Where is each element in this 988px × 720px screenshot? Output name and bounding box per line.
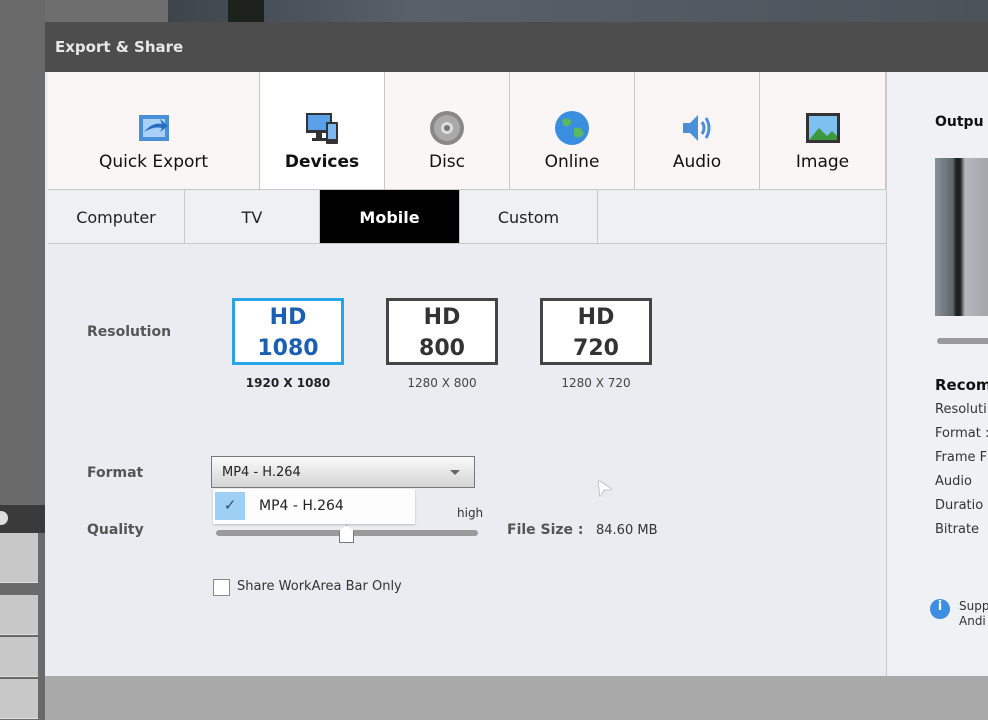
- resolution-caption: 1920 X 1080: [245, 376, 331, 390]
- tab-online[interactable]: Online: [510, 72, 635, 189]
- dialog-title: Export & Share: [45, 22, 988, 72]
- resolution-value: 1080: [257, 336, 319, 361]
- share-workarea-label[interactable]: Share WorkArea Bar Only: [237, 579, 402, 594]
- export-share-dialog: Export & Share Quick Export Devices Disc…: [45, 22, 988, 720]
- resolution-option-720[interactable]: HD 720: [540, 298, 652, 365]
- info-bitrate: Bitrate: [935, 522, 980, 537]
- resolution-value: 720: [573, 336, 619, 361]
- resolution-option-1080[interactable]: HD 1080: [232, 298, 344, 365]
- subtab-custom[interactable]: Custom: [460, 189, 598, 244]
- chevron-down-icon: [450, 470, 460, 475]
- resolution-value: 800: [419, 336, 465, 361]
- info-frame-rate: Frame F: [935, 450, 988, 465]
- recommended-title: Recom: [935, 376, 988, 394]
- output-preview-thumbnail: [935, 158, 988, 316]
- format-dropdown-menu: ✓ MP4 - H.264: [213, 489, 415, 524]
- support-line: Andi: [959, 614, 986, 628]
- quick-export-icon: [138, 115, 169, 141]
- info-icon: i: [930, 599, 950, 619]
- preview-scrubber[interactable]: [937, 338, 988, 344]
- left-row[interactable]: [0, 637, 38, 677]
- output-panel: Outpu Recom Resoluti Format : Frame F Au…: [886, 72, 988, 676]
- left-toolbar: [0, 505, 45, 533]
- support-line: Supp: [959, 599, 988, 613]
- share-workarea-checkbox[interactable]: [213, 579, 230, 596]
- output-title: Outpu: [935, 114, 984, 130]
- resolution-label: Resolution: [87, 324, 172, 340]
- subtab-computer[interactable]: Computer: [48, 189, 185, 244]
- format-option[interactable]: MP4 - H.264: [259, 498, 344, 514]
- speaker-icon: [683, 115, 711, 141]
- devices-icon: [306, 113, 338, 144]
- left-row[interactable]: [0, 679, 38, 719]
- format-value: MP4 - H.264: [222, 465, 301, 480]
- tab-label: Disc: [428, 152, 466, 172]
- quality-slider-thumb[interactable]: [339, 525, 354, 543]
- support-note: Supp Andi: [959, 599, 988, 629]
- quality-label: Quality: [87, 522, 144, 538]
- format-select[interactable]: MP4 - H.264: [211, 456, 475, 488]
- tab-disc[interactable]: Disc: [385, 72, 510, 189]
- left-row[interactable]: [0, 595, 38, 635]
- tab-devices[interactable]: Devices: [260, 72, 385, 189]
- tab-label: Image: [795, 152, 850, 172]
- resolution-option-800[interactable]: HD 800: [386, 298, 498, 365]
- tab-label: Audio: [672, 152, 722, 172]
- format-label: Format: [87, 465, 144, 481]
- hd-text: HD: [269, 305, 307, 330]
- info-format: Format :: [935, 426, 988, 441]
- checkmark-icon: ✓: [215, 492, 245, 520]
- subtab-mobile[interactable]: Mobile: [320, 189, 460, 244]
- tab-image[interactable]: Image: [760, 72, 886, 189]
- left-row[interactable]: [0, 533, 38, 583]
- globe-icon: [555, 111, 589, 145]
- info-duration: Duratio: [935, 498, 984, 513]
- hd-text: HD: [577, 305, 615, 330]
- resolution-caption: 1280 X 720: [561, 376, 631, 390]
- image-icon: [805, 113, 840, 143]
- help-icon[interactable]: [0, 511, 8, 525]
- subtab-tv[interactable]: TV: [185, 189, 320, 244]
- hd-text: HD: [423, 305, 461, 330]
- file-size-value: 84.60 MB: [596, 523, 658, 538]
- tab-label: Quick Export: [98, 152, 209, 172]
- tab-audio[interactable]: Audio: [635, 72, 760, 189]
- quality-high-label: high: [457, 506, 484, 520]
- dialog-footer: [45, 676, 988, 720]
- disc-icon: [430, 111, 464, 145]
- video-preview-background: [168, 0, 988, 22]
- info-resolution: Resoluti: [935, 402, 987, 417]
- tab-label: Devices: [284, 152, 360, 172]
- mouse-cursor-icon: ➤: [586, 473, 618, 502]
- subtab-bar-fill: [598, 189, 886, 244]
- resolution-caption: 1280 X 800: [407, 376, 477, 390]
- info-audio: Audio: [935, 474, 972, 489]
- file-size-label: File Size :: [507, 522, 584, 538]
- tab-quick-export[interactable]: Quick Export: [48, 72, 260, 189]
- tab-label: Online: [544, 152, 600, 172]
